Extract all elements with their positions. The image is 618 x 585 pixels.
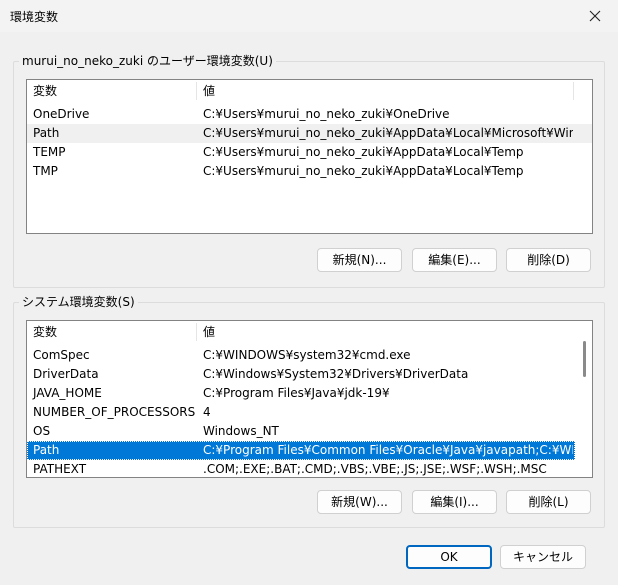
ok-button[interactable]: OK (406, 545, 492, 569)
system-delete-button[interactable]: 削除(L) (506, 490, 591, 514)
var-name: TEMP (33, 145, 66, 159)
system-vars-group-label: システム環境変数(S) (19, 295, 138, 309)
title-bar: 環境変数 (0, 0, 618, 32)
table-row[interactable]: OS Windows_NT (27, 422, 592, 441)
column-header-value[interactable]: 値 (197, 80, 573, 102)
table-row[interactable]: Path C:¥Users¥murui_no_neko_zuki¥AppData… (27, 124, 592, 143)
system-edit-button[interactable]: 編集(I)... (412, 490, 497, 514)
var-value: C:¥WINDOWS¥system32¥cmd.exe (203, 348, 411, 362)
var-value: C:¥Program Files¥Common Files¥Oracle¥Jav… (203, 443, 573, 457)
system-vars-list[interactable]: 変数 値 ComSpec C:¥WINDOWS¥system32¥cmd.exe… (26, 320, 593, 478)
column-header-name[interactable]: 変数 (27, 80, 196, 102)
var-value: C:¥Program Files¥Java¥jdk-19¥ (203, 386, 390, 400)
column-header-value[interactable]: 値 (197, 321, 573, 343)
var-name: Path (33, 443, 60, 457)
table-row-selected[interactable]: Path C:¥Program Files¥Common Files¥Oracl… (27, 441, 575, 460)
var-name: DriverData (33, 367, 99, 381)
close-icon (589, 10, 601, 22)
table-row[interactable]: TEMP C:¥Users¥murui_no_neko_zuki¥AppData… (27, 143, 592, 162)
table-row[interactable]: PATHEXT .COM;.EXE;.BAT;.CMD;.VBS;.VBE;.J… (27, 460, 592, 477)
table-row[interactable]: OneDrive C:¥Users¥murui_no_neko_zuki¥One… (27, 105, 592, 124)
var-name: Path (33, 126, 60, 140)
scrollbar-thumb[interactable] (583, 341, 586, 377)
user-delete-button[interactable]: 削除(D) (506, 248, 591, 272)
table-row[interactable]: ComSpec C:¥WINDOWS¥system32¥cmd.exe (27, 346, 592, 365)
system-vars-header: 変数 値 (27, 321, 592, 343)
var-value: Windows_NT (203, 424, 279, 438)
var-name: TMP (33, 164, 58, 178)
table-row[interactable]: DriverData C:¥Windows¥System32¥Drivers¥D… (27, 365, 592, 384)
user-edit-button[interactable]: 編集(E)... (412, 248, 497, 272)
var-name: PATHEXT (33, 462, 87, 476)
var-value: .COM;.EXE;.BAT;.CMD;.VBS;.VBE;.JS;.JSE;.… (203, 462, 547, 476)
var-value: C:¥Users¥murui_no_neko_zuki¥AppData¥Loca… (203, 164, 524, 178)
var-value: C:¥Users¥murui_no_neko_zuki¥OneDrive (203, 107, 450, 121)
window-title: 環境変数 (10, 10, 59, 24)
user-new-button[interactable]: 新規(N)... (317, 248, 402, 272)
table-row[interactable]: NUMBER_OF_PROCESSORS 4 (27, 403, 592, 422)
var-value: C:¥Users¥murui_no_neko_zuki¥AppData¥Loca… (203, 126, 573, 140)
user-vars-header: 変数 値 (27, 80, 592, 102)
close-button[interactable] (572, 0, 618, 32)
cancel-button[interactable]: キャンセル (500, 545, 586, 569)
var-name: NUMBER_OF_PROCESSORS (33, 405, 196, 419)
var-name: JAVA_HOME (33, 386, 102, 400)
var-value: 4 (203, 405, 211, 419)
user-vars-list[interactable]: 変数 値 OneDrive C:¥Users¥murui_no_neko_zuk… (26, 79, 593, 234)
var-value: C:¥Windows¥System32¥Drivers¥DriverData (203, 367, 469, 381)
var-name: ComSpec (33, 348, 90, 362)
user-vars-group-label: murui_no_neko_zuki のユーザー環境変数(U) (19, 54, 276, 68)
vertical-scrollbar[interactable] (575, 321, 592, 477)
system-new-button[interactable]: 新規(W)... (317, 490, 402, 514)
table-row[interactable]: TMP C:¥Users¥murui_no_neko_zuki¥AppData¥… (27, 162, 592, 181)
var-name: OS (33, 424, 51, 438)
table-row[interactable]: JAVA_HOME C:¥Program Files¥Java¥jdk-19¥ (27, 384, 592, 403)
var-value: C:¥Users¥murui_no_neko_zuki¥AppData¥Loca… (203, 145, 524, 159)
var-name: OneDrive (33, 107, 90, 121)
column-separator[interactable] (573, 82, 574, 100)
column-header-name[interactable]: 変数 (27, 321, 196, 343)
